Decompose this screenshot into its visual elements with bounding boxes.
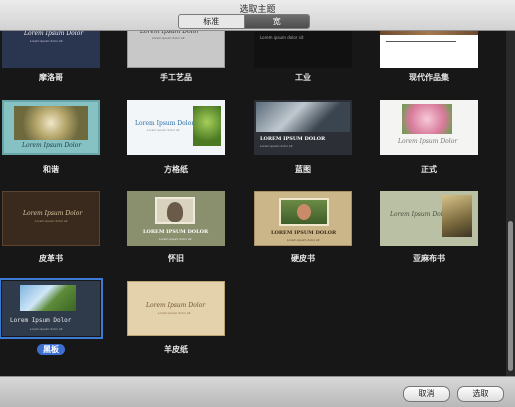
theme-grid: Lorem Ipsum Dolor Lorem ipsum dolor sit … [0,31,506,376]
thumb-title: LOREM IPSUM DOLOR [260,136,326,142]
thumb-title: Lorem Ipsum Dolor [22,142,82,149]
segment-standard[interactable]: 标准 [179,15,244,28]
theme-label: 羊皮纸 [164,345,188,354]
theme-thumb-blueprint[interactable]: LOREM IPSUM DOLOR Lorem ipsum dolor sit [254,100,352,155]
theme-label: 现代作品集 [409,73,449,82]
thumb-subtitle: Lorem ipsum dolor sit [159,237,192,241]
theme-thumb-hardcover[interactable]: LOREM IPSUM DOLOR Lorem ipsum dolor sit [254,191,352,246]
theme-chooser-window: 选取主题 标准 宽 Lorem Ipsum Dolor Lorem ipsum … [0,0,515,407]
theme-label: 和谐 [43,165,59,174]
theme-thumb-crafts[interactable]: Lorem Ipsum Dolor Lorem ipsum dolor sit [127,31,225,68]
thumb-subtitle: Lorem ipsum dolor sit [30,39,63,43]
thumb-title: Lorem Ipsum Dolor [10,317,72,324]
theme-thumb-linen-book[interactable]: Lorem Ipsum Dolor [380,191,478,246]
theme-thumb-parchment[interactable]: Lorem Ipsum Dolor Lorem ipsum dolor sit [127,281,225,336]
thumb-title: LOREM IPSUM DOLOR [271,230,337,236]
theme-label: 皮革书 [39,254,63,263]
theme-thumb-morocco[interactable]: Lorem Ipsum Dolor Lorem ipsum dolor sit [2,31,100,68]
thumb-title: Lorem Ipsum Dolor [23,210,83,217]
thumb-title: Lorem Ipsum Dolor [146,302,206,309]
selected-badge: 黑板 [37,344,65,355]
choose-button[interactable]: 选取 [457,386,504,402]
vertical-scrollbar[interactable] [506,31,515,376]
thumb-subtitle: Lorem ipsum dolor sit [30,327,63,331]
titlebar: 选取主题 标准 宽 [0,0,515,31]
thumb-subtitle: Lorem ipsum dolor sit [287,238,320,242]
thumb-subtitle: Lorem ipsum dolor sit [158,311,191,315]
theme-label-selected: 黑板 [0,344,114,355]
thumb-subtitle: Lorem ipsum dolor sit [147,128,180,132]
theme-thumb-modern-portfolio[interactable] [380,31,478,68]
thumb-subtitle: Lorem ipsum dolor sit [260,144,293,148]
thumb-title: Lorem Ipsum Dolor [24,31,84,37]
thumb-title: Lorem Ipsum Dolor [140,31,200,35]
theme-thumb-harmony[interactable]: Lorem Ipsum Dolor [2,100,100,155]
theme-label: 蓝图 [295,165,311,174]
theme-label: 亚麻布书 [413,254,445,263]
thumb-subtitle: Lorem ipsum dolor sit [260,35,304,40]
thumb-subtitle: Lorem ipsum dolor sit [35,219,68,223]
thumb-title: Lorem Ipsum Dolor [398,138,458,145]
theme-thumb-chalkboard[interactable]: Lorem Ipsum Dolor Lorem ipsum dolor sit [0,278,103,339]
theme-label: 正式 [421,165,437,174]
dialog-footer: 取消 选取 [0,376,515,407]
theme-label: 怀旧 [168,254,184,263]
theme-thumb-vintage[interactable]: LOREM IPSUM DOLOR Lorem ipsum dolor sit [127,191,225,246]
theme-label: 方格纸 [164,165,188,174]
thumb-subtitle: Lorem ipsum dolor sit [152,36,185,40]
theme-label: 手工艺品 [160,73,192,82]
thumb-title: LOREM IPSUM DOLOR [143,229,209,235]
theme-label: 摩洛哥 [39,73,63,82]
scrollbar-thumb[interactable] [508,221,513,371]
theme-thumb-industrial[interactable]: Lorem ipsum dolor sit [254,31,352,68]
theme-label: 硬皮书 [291,254,315,263]
thumb-title: Lorem Ipsum Dolor [135,120,195,127]
theme-label: 工业 [295,73,311,82]
theme-thumb-formal[interactable]: Lorem Ipsum Dolor [380,100,478,155]
aspect-segmented-control: 标准 宽 [178,14,310,29]
cancel-button[interactable]: 取消 [403,386,450,402]
theme-thumb-graph-paper[interactable]: Lorem Ipsum Dolor Lorem ipsum dolor sit [127,100,225,155]
theme-thumb-leather-book[interactable]: Lorem Ipsum Dolor Lorem ipsum dolor sit [2,191,100,246]
thumb-title: Lorem Ipsum Dolor [390,211,450,218]
segment-wide[interactable]: 宽 [243,15,309,28]
